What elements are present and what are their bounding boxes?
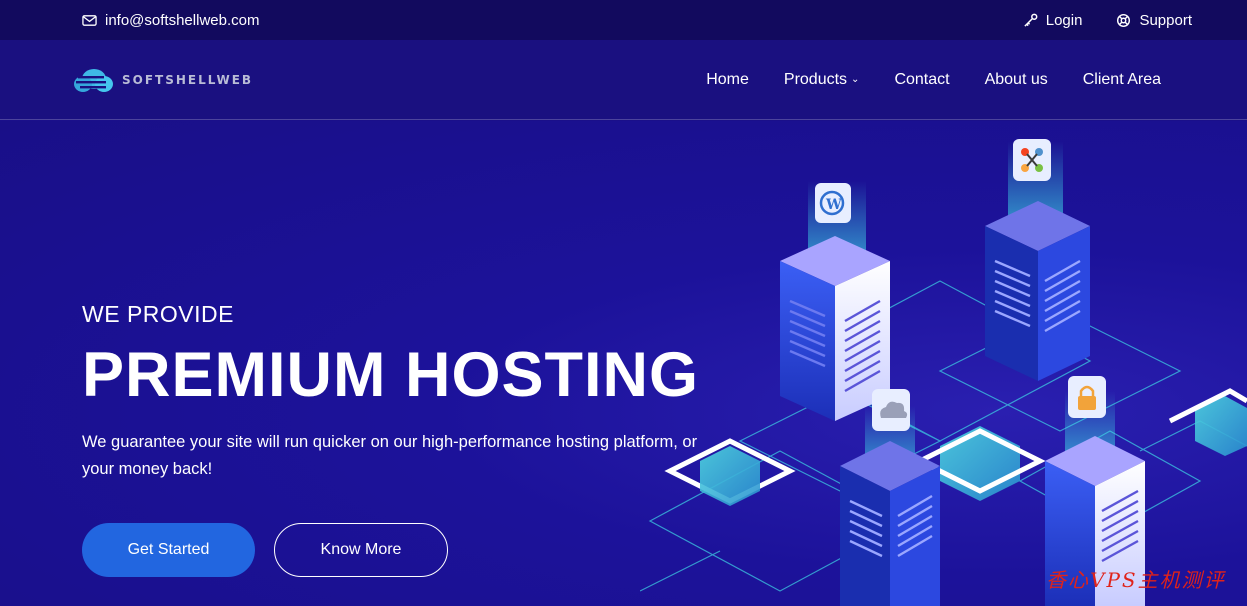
primary-nav: Home Products ⌄ Contact About us Client … bbox=[706, 71, 1161, 89]
login-link[interactable]: Login bbox=[1023, 11, 1083, 29]
hero-description: We guarantee your site will run quicker … bbox=[82, 433, 698, 478]
login-label: Login bbox=[1045, 11, 1083, 29]
email-text: info@softshellweb.com bbox=[105, 11, 260, 29]
cloud-logo-icon bbox=[74, 68, 113, 92]
brand-logo[interactable]: SoftShellWeb bbox=[72, 65, 253, 95]
lifebuoy-icon bbox=[1117, 13, 1131, 27]
nav-contact-label: Contact bbox=[894, 70, 950, 88]
nav-client-area[interactable]: Client Area bbox=[1083, 71, 1161, 89]
nav-about[interactable]: About us bbox=[985, 71, 1048, 89]
hero-pretitle: WE PROVIDE bbox=[82, 301, 234, 327]
nav-products[interactable]: Products ⌄ bbox=[784, 71, 860, 89]
server-tower-cloud bbox=[840, 389, 940, 606]
hero-section: WE PROVIDE PREMIUM HOSTING We guarantee … bbox=[0, 121, 1247, 606]
nav-products-label: Products bbox=[783, 70, 848, 88]
nav-about-label: About us bbox=[984, 70, 1048, 88]
hero-title: PREMIUM HOSTING bbox=[82, 340, 700, 410]
server-tower-joomla bbox=[985, 139, 1090, 381]
contact-email[interactable]: info@softshellweb.com bbox=[82, 12, 259, 29]
svg-text:W: W bbox=[825, 197, 842, 213]
watermark-text: 香心VPS主机测评 bbox=[1046, 568, 1226, 592]
envelope-icon bbox=[82, 14, 97, 26]
nav-home[interactable]: Home bbox=[706, 71, 749, 89]
server-tower-wordpress: W bbox=[780, 181, 890, 421]
key-icon bbox=[1024, 13, 1038, 27]
nav-contact[interactable]: Contact bbox=[894, 71, 949, 89]
platform-grid bbox=[640, 280, 1247, 592]
server-illustration: W bbox=[640, 139, 1247, 606]
support-link[interactable]: Support bbox=[1116, 12, 1192, 29]
get-started-button[interactable]: Get Started bbox=[82, 523, 255, 577]
top-bar: info@softshellweb.com Login Support bbox=[0, 0, 1247, 40]
decor-cubes bbox=[664, 388, 1247, 506]
nav-client-area-label: Client Area bbox=[1082, 70, 1161, 88]
support-label: Support bbox=[1139, 11, 1192, 29]
nav-home-label: Home bbox=[706, 70, 749, 88]
know-more-button[interactable]: Know More bbox=[274, 523, 448, 577]
main-navbar: SoftShellWeb Home Products ⌄ Contact Abo… bbox=[0, 40, 1247, 120]
brand-name: SoftShellWeb bbox=[122, 72, 254, 87]
chevron-down-icon: ⌄ bbox=[851, 74, 860, 85]
